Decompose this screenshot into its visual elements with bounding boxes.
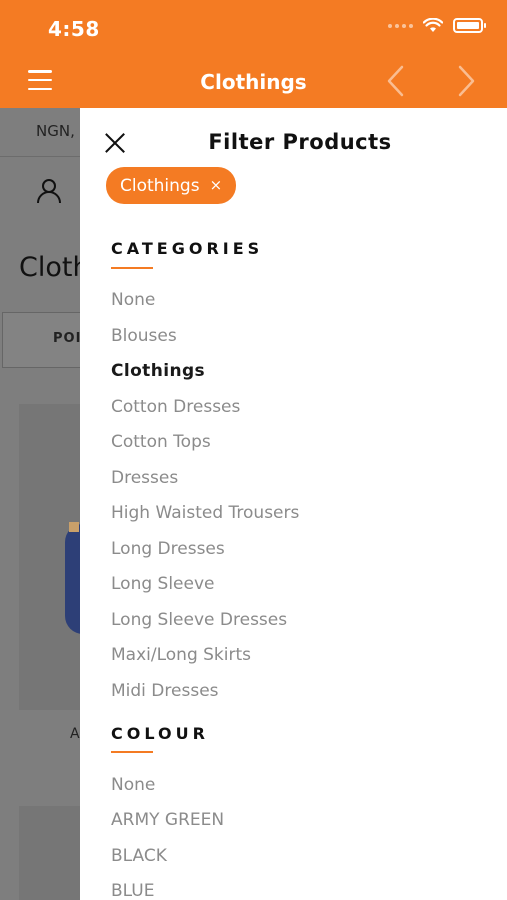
top-app-bar: 4:58 Clothings <box>0 0 507 108</box>
currency-selector: NGN, <box>36 122 75 140</box>
category-option-maxi-long-skirts[interactable]: Maxi/Long Skirts <box>111 645 251 665</box>
product-card <box>19 806 80 900</box>
signal-icon <box>388 23 413 28</box>
colour-option-blue[interactable]: BLUE <box>111 881 154 900</box>
user-icon <box>37 179 61 204</box>
battery-icon <box>453 18 486 33</box>
category-option-high-waisted-trousers[interactable]: High Waisted Trousers <box>111 503 299 523</box>
status-icons <box>388 18 486 33</box>
wifi-icon <box>423 18 443 32</box>
colour-option-army-green[interactable]: ARMY GREEN <box>111 810 224 830</box>
category-option-midi-dresses[interactable]: Midi Dresses <box>111 681 219 701</box>
category-option-none[interactable]: None <box>111 290 155 310</box>
product-name: A <box>70 726 80 742</box>
category-option-long-sleeve[interactable]: Long Sleeve <box>111 574 215 594</box>
chevron-left-icon[interactable] <box>382 64 412 98</box>
product-image-detail <box>69 522 79 532</box>
colour-option-none[interactable]: None <box>111 775 155 795</box>
divider <box>0 156 80 157</box>
sort-label: POI <box>53 331 80 346</box>
colour-heading: COLOUR <box>111 724 209 743</box>
chip-label: Clothings <box>120 175 200 196</box>
categories-underline <box>111 267 153 269</box>
category-option-long-sleeve-dresses[interactable]: Long Sleeve Dresses <box>111 610 287 630</box>
colour-underline <box>111 751 153 753</box>
filter-drawer: Filter Products Clothings × CATEGORIES N… <box>80 108 507 900</box>
product-card <box>19 404 80 710</box>
category-option-blouses[interactable]: Blouses <box>111 326 177 346</box>
category-option-clothings[interactable]: Clothings <box>111 361 205 381</box>
sort-button: POI <box>2 312 80 368</box>
active-filter-chip[interactable]: Clothings × <box>106 167 237 204</box>
category-option-cotton-tops[interactable]: Cotton Tops <box>111 432 211 452</box>
drawer-title: Filter Products <box>208 130 392 154</box>
chip-remove-icon[interactable]: × <box>210 178 223 193</box>
colour-option-black[interactable]: BLACK <box>111 846 167 866</box>
category-option-cotton-dresses[interactable]: Cotton Dresses <box>111 397 240 417</box>
page-title: Clothings <box>200 70 307 94</box>
chevron-right-icon[interactable] <box>450 64 480 98</box>
product-image <box>65 524 80 634</box>
category-option-long-dresses[interactable]: Long Dresses <box>111 539 225 559</box>
categories-heading: CATEGORIES <box>111 239 264 258</box>
background-page-overlay[interactable]: NGN, Cloth POI A <box>0 108 80 900</box>
background-page-title: Cloth <box>19 252 80 283</box>
category-option-dresses[interactable]: Dresses <box>111 468 178 488</box>
status-time: 4:58 <box>48 17 100 41</box>
